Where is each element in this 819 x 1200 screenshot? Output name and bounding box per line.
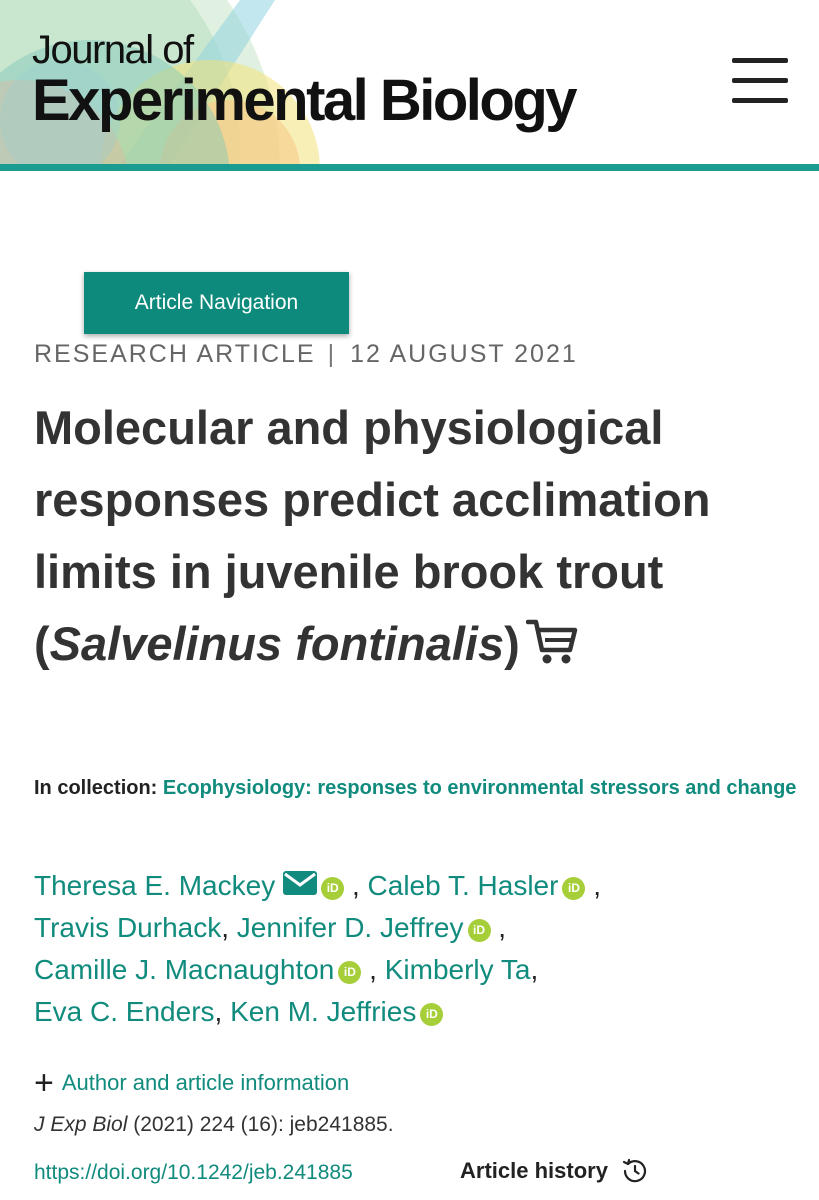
collection-label: In collection:: [34, 777, 158, 799]
citation-journal: J Exp Biol: [34, 1113, 128, 1136]
orcid-icon[interactable]: iD: [338, 961, 362, 984]
article-title: Molecular and physiological responses pr…: [34, 392, 804, 686]
author-link[interactable]: Camille J. Macnaughton: [34, 954, 334, 985]
site-header: Journal of Experimental Biology: [0, 0, 819, 164]
shopping-cart-icon[interactable]: [525, 614, 578, 686]
author-link[interactable]: Caleb T. Hasler: [368, 870, 559, 901]
citation-details: (2021) 224 (16): jeb241885.: [127, 1113, 394, 1136]
doi-link[interactable]: https://doi.org/10.1242/jeb.241885: [34, 1161, 353, 1185]
author-link[interactable]: Jennifer D. Jeffrey: [237, 912, 464, 943]
author-link[interactable]: Ken M. Jeffries: [230, 996, 416, 1027]
article-history-button[interactable]: Article history: [460, 1158, 648, 1184]
publication-date: 12 AUGUST 2021: [350, 340, 578, 368]
logo-line-2: Experimental Biology: [32, 68, 578, 133]
collection-info: In collection: Ecophysiology: responses …: [34, 765, 804, 811]
author-link[interactable]: Theresa E. Mackey: [34, 870, 275, 901]
author-info-toggle[interactable]: + Author and article information: [34, 1064, 350, 1102]
orcid-icon[interactable]: iD: [562, 877, 586, 900]
article-history-label: Article history: [460, 1158, 608, 1183]
article-meta: RESEARCH ARTICLE | 12 AUGUST 2021: [34, 340, 578, 369]
title-text-end: ): [504, 617, 520, 670]
orcid-icon[interactable]: iD: [321, 877, 345, 900]
plus-icon: +: [34, 1064, 54, 1102]
hamburger-menu-icon[interactable]: [732, 56, 788, 106]
header-divider: [0, 164, 819, 171]
logo-line-1: Journal of: [32, 28, 194, 72]
journal-logo[interactable]: Journal of Experimental Biology: [32, 28, 578, 133]
citation: J Exp Biol (2021) 224 (16): jeb241885.: [34, 1113, 394, 1137]
email-icon[interactable]: [283, 865, 318, 907]
article-type: RESEARCH ARTICLE: [34, 340, 316, 368]
collection-link[interactable]: Ecophysiology: responses to environmenta…: [163, 777, 797, 799]
orcid-icon[interactable]: iD: [420, 1003, 444, 1026]
history-clock-icon: [622, 1158, 647, 1183]
author-link[interactable]: Eva C. Enders: [34, 996, 215, 1027]
article-navigation-button[interactable]: Article Navigation: [84, 272, 349, 334]
author-link[interactable]: Kimberly Ta: [385, 954, 531, 985]
title-species: Salvelinus fontinalis: [49, 617, 505, 670]
author-info-label: Author and article information: [61, 1070, 350, 1095]
author-list: Theresa E. Mackey iD , Caleb T. Hasler iD …: [34, 865, 804, 1033]
author-link[interactable]: Travis Durhack: [34, 912, 221, 943]
meta-separator: |: [327, 340, 337, 368]
orcid-icon[interactable]: iD: [467, 919, 491, 942]
